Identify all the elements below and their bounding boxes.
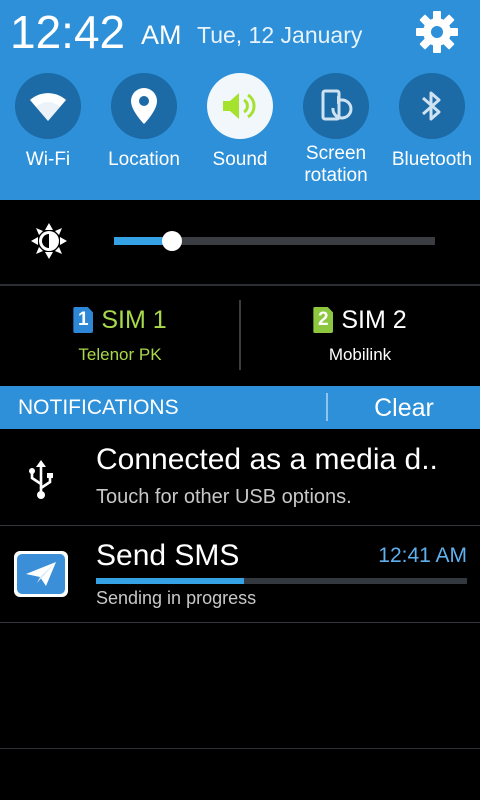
toggle-location[interactable]: Location	[96, 73, 192, 198]
clock-ampm: AM	[141, 20, 182, 50]
toggle-sound[interactable]: Sound	[192, 73, 288, 198]
notification-send-sms[interactable]: Send SMS 12:41 AM Sending in progress	[0, 526, 480, 622]
notification-subtitle: Touch for other USB options.	[96, 486, 352, 508]
toggle-bluetooth[interactable]: Bluetooth	[384, 73, 480, 198]
quick-settings-panel: 12:42 AM Tue, 12 January Wi-Fi Location …	[0, 0, 480, 200]
sim-name: SIM 1	[101, 306, 167, 334]
sim-1[interactable]: 1 SIM 1 Telenor PK	[0, 300, 240, 370]
divider	[0, 748, 480, 749]
divider	[0, 622, 480, 623]
date: Tue, 12 January	[197, 22, 363, 48]
location-pin-icon	[111, 73, 177, 139]
sim-2[interactable]: 2 SIM 2 Mobilink	[240, 300, 480, 370]
notification-title: Send SMS	[96, 539, 240, 572]
sim-name: SIM 2	[341, 306, 407, 334]
send-sms-app-icon	[14, 551, 68, 597]
notification-usb[interactable]: Connected as a media d.. Touch for other…	[0, 430, 480, 525]
notification-subtitle: Sending in progress	[96, 588, 257, 608]
toggle-wifi[interactable]: Wi-Fi	[0, 73, 96, 198]
speaker-icon	[207, 73, 273, 139]
wifi-icon	[15, 73, 81, 139]
notification-title: Connected as a media d..	[96, 443, 438, 476]
usb-icon	[27, 460, 55, 505]
toggle-screen-rotation[interactable]: Screen rotation	[288, 73, 384, 198]
toggle-label: Wi-Fi	[25, 149, 71, 170]
bluetooth-icon	[399, 73, 465, 139]
notification-time: 12:41 AM	[378, 544, 467, 567]
screen-rotation-icon	[303, 73, 369, 139]
sim-1-icon: 1	[73, 307, 94, 333]
brightness-slider[interactable]	[114, 231, 435, 251]
sms-progress-bar	[96, 578, 467, 584]
sms-progress-fill	[96, 578, 245, 584]
gear-icon[interactable]	[413, 8, 461, 56]
brightness-icon[interactable]	[30, 222, 68, 260]
sim-2-icon: 2	[313, 307, 334, 333]
notifications-title: NOTIFICATIONS	[18, 396, 179, 419]
toggle-label: Screen rotation	[304, 143, 368, 186]
notifications-header: NOTIFICATIONS Clear	[0, 386, 480, 429]
brightness-slider-handle[interactable]	[161, 231, 182, 251]
toggle-label: Bluetooth	[391, 149, 473, 170]
divider	[0, 284, 480, 286]
clock: 12:42	[10, 6, 126, 58]
sim-operator: Telenor PK	[78, 345, 162, 364]
toggle-label: Location	[108, 149, 180, 170]
toggle-label: Sound	[212, 149, 268, 170]
sim-operator: Mobilink	[328, 345, 392, 364]
clear-button[interactable]: Clear	[328, 392, 480, 424]
